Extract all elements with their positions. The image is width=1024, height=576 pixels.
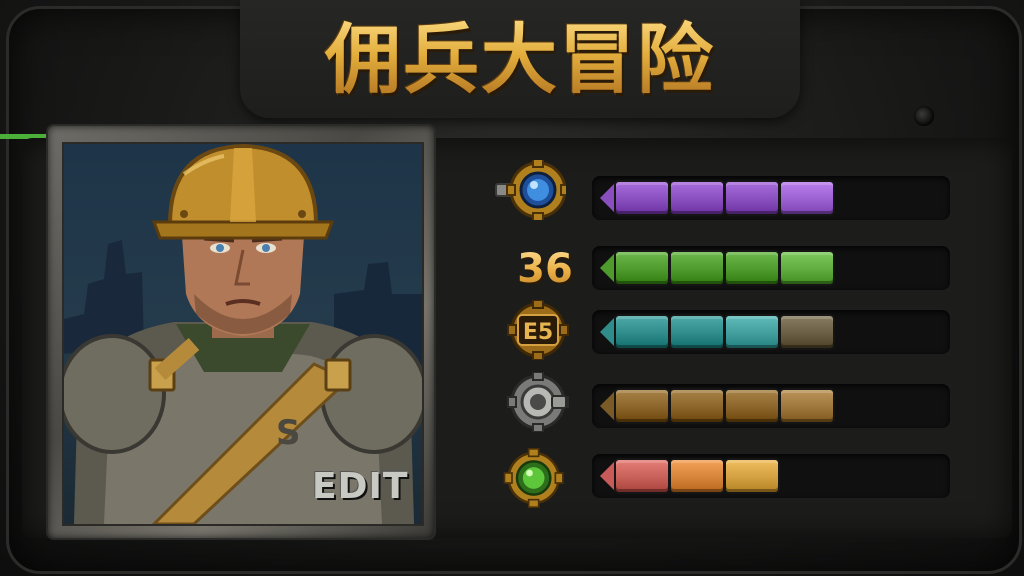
stat-bar-3 [592,310,950,354]
bar-segment-filled [726,316,778,348]
bar-segment-filled [671,316,723,348]
bar-segment-filled [726,252,778,284]
bar-segment-filled [726,390,778,422]
blue-gem-gear-icon [495,160,566,220]
stat-bar-4 [592,384,950,428]
bar-arrow-tip [600,252,616,284]
bar-segment-filled [616,460,668,492]
e5-badge-text: E5 [523,320,553,345]
screw-icon [914,106,934,126]
green-gem-gear-icon [503,448,564,508]
bar-arrow-tip [600,390,616,422]
bar-segment-filled [671,390,723,422]
bar-segment-filled [781,390,833,422]
bar-segment-empty [781,316,833,348]
bar-arrow-tip [600,182,616,214]
edit-button[interactable]: EDIT [312,466,408,508]
stat-bar-2 [592,246,950,290]
bar-arrow-tip [600,460,616,492]
stat-bar-1 [592,176,950,220]
bar-segment-filled [616,390,668,422]
level-number: 36 [505,244,585,294]
bar-segment-filled [671,252,723,284]
bar-segment-filled [781,252,833,284]
bar-segment-filled [726,460,778,492]
silver-gear-icon [507,372,569,432]
bar-segment-filled [671,182,723,214]
bar-segment-filled [616,252,668,284]
bar-segment-filled [781,182,833,214]
game-title: 佣兵大冒险 [240,10,800,110]
bar-segment-filled [616,316,668,348]
stat-bar-5 [592,454,950,498]
svg-text:S: S [276,413,301,453]
bar-segment-filled [671,460,723,492]
bar-segment-filled [726,182,778,214]
game-screen: 佣兵大冒险 S EDIT 36 E5 [0,0,1024,576]
bar-arrow-tip [600,316,616,348]
bar-segment-filled [616,182,668,214]
e5-badge-gear-icon: E5 [507,300,569,360]
